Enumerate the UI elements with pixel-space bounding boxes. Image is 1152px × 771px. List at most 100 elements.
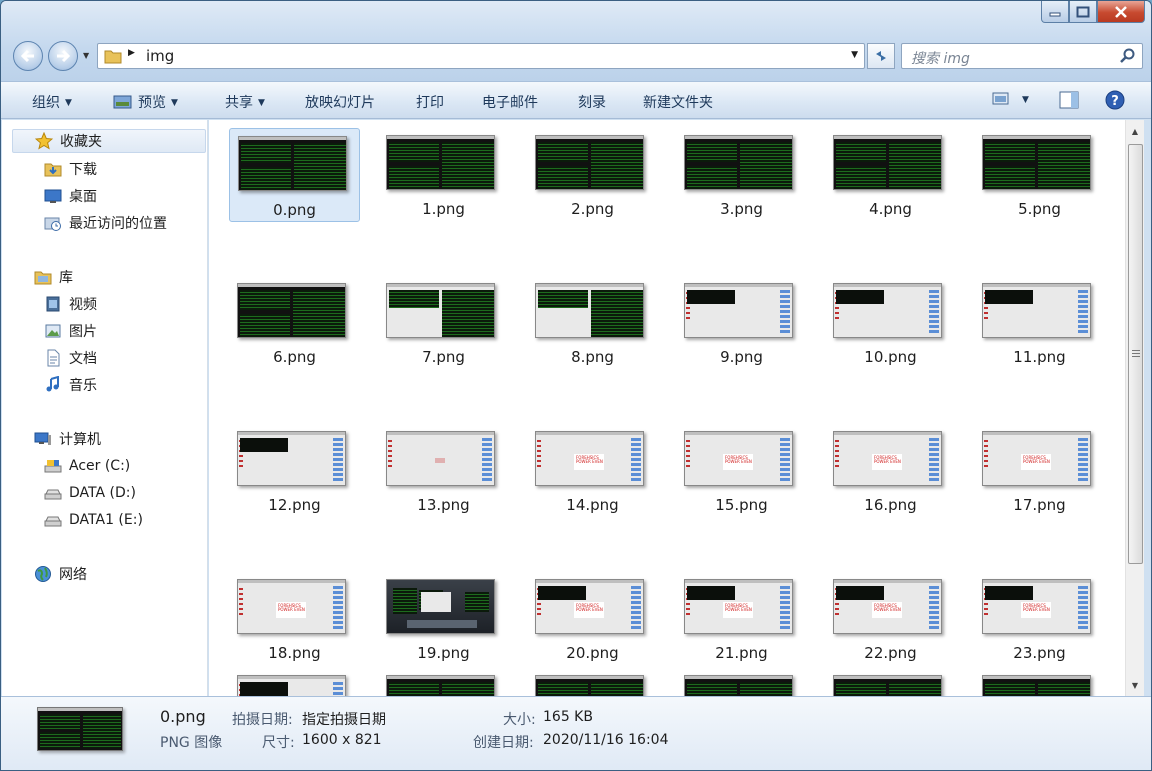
maximize-button[interactable] bbox=[1069, 1, 1097, 23]
sidebar-item-downloads[interactable]: 下载 bbox=[44, 157, 97, 181]
details-filetype: PNG 图像 bbox=[160, 735, 223, 751]
sidebar-item-label: 文档 bbox=[69, 351, 97, 367]
refresh-button[interactable] bbox=[867, 43, 895, 69]
file-name: 8.png bbox=[571, 348, 614, 366]
created-value: 2020/11/16 16:04 bbox=[543, 732, 669, 748]
file-name: 10.png bbox=[864, 348, 917, 366]
file-item[interactable]: 9.png bbox=[676, 276, 807, 370]
breadcrumb-img[interactable]: img bbox=[146, 47, 174, 65]
help-button[interactable]: ? bbox=[1105, 90, 1125, 114]
print-button[interactable]: 打印 bbox=[416, 92, 444, 112]
view-icon bbox=[992, 92, 1009, 105]
file-item[interactable]: 1.png bbox=[378, 128, 509, 222]
grip-icon bbox=[1132, 350, 1140, 351]
email-button[interactable]: 电子邮件 bbox=[482, 92, 538, 112]
close-button[interactable] bbox=[1097, 1, 1145, 23]
file-item[interactable] bbox=[229, 668, 360, 696]
organize-button[interactable]: 组织 ▼ bbox=[32, 92, 72, 112]
file-name: 12.png bbox=[268, 496, 321, 514]
sidebar-item-label: DATA1 (E:) bbox=[69, 512, 143, 528]
file-item[interactable]: FOREHSICS POWER EVEN 22.png bbox=[825, 572, 956, 666]
thumbnail-text: FOREHSICS POWER EVEN bbox=[874, 455, 901, 464]
sidebar-item-favorites[interactable]: 收藏夹 bbox=[12, 129, 206, 153]
vertical-scrollbar[interactable]: ▲ ▼ bbox=[1125, 120, 1144, 696]
file-item[interactable]: 10.png bbox=[825, 276, 956, 370]
file-item[interactable]: FOREHSICS POWER EVEN 21.png bbox=[676, 572, 807, 666]
view-options-button[interactable]: ▼ bbox=[992, 92, 1029, 108]
file-item[interactable] bbox=[825, 668, 956, 696]
address-bar[interactable]: ▶ img ▼ bbox=[97, 43, 865, 69]
search-input[interactable]: 搜索 img bbox=[901, 43, 1143, 69]
sidebar-item-desktop[interactable]: 桌面 bbox=[44, 184, 97, 208]
file-item[interactable]: 0.png bbox=[229, 128, 360, 222]
maximize-icon bbox=[1076, 6, 1090, 17]
file-item[interactable] bbox=[974, 668, 1105, 696]
sidebar-item-documents[interactable]: 文档 bbox=[44, 346, 97, 370]
file-item[interactable]: FOREHSICS POWER EVEN 14.png bbox=[527, 424, 658, 518]
scrollbar-thumb[interactable] bbox=[1128, 144, 1143, 564]
file-thumbnail: FOREHSICS POWER EVEN bbox=[833, 579, 942, 634]
forward-button[interactable] bbox=[48, 41, 78, 71]
file-item[interactable]: 3.png bbox=[676, 128, 807, 222]
file-name: 6.png bbox=[273, 348, 316, 366]
desktop-icon bbox=[44, 189, 62, 203]
sidebar-item-drive-e[interactable]: DATA1 (E:) bbox=[44, 508, 143, 532]
file-item[interactable]: 4.png bbox=[825, 128, 956, 222]
file-item[interactable]: 11.png bbox=[974, 276, 1105, 370]
sidebar-item-libraries[interactable]: 库 bbox=[34, 265, 73, 289]
file-item[interactable]: FOREHSICS POWER EVEN 16.png bbox=[825, 424, 956, 518]
file-item[interactable]: FOREHSICS POWER EVEN 20.png bbox=[527, 572, 658, 666]
slideshow-button[interactable]: 放映幻灯片 bbox=[305, 92, 375, 112]
file-thumbnail bbox=[684, 675, 793, 696]
file-item[interactable]: 2.png bbox=[527, 128, 658, 222]
new-folder-button[interactable]: 新建文件夹 bbox=[643, 92, 713, 112]
file-thumbnail bbox=[982, 675, 1091, 696]
file-item[interactable]: 13.png bbox=[378, 424, 509, 518]
minimize-button[interactable] bbox=[1041, 1, 1069, 23]
preview-button[interactable]: 预览 ▼ bbox=[113, 92, 178, 112]
command-bar: 组织 ▼ 预览 ▼ 共享 ▼ 放映幻灯片 打印 电子邮件 刻录 新建文件夹 ▼ ? bbox=[1, 81, 1151, 119]
file-name: 4.png bbox=[869, 200, 912, 218]
file-item[interactable]: FOREHSICS POWER EVEN 15.png bbox=[676, 424, 807, 518]
sidebar-item-network[interactable]: 网络 bbox=[34, 562, 87, 586]
sidebar-item-drive-c[interactable]: Acer (C:) bbox=[44, 454, 130, 478]
sidebar-item-recent[interactable]: 最近访问的位置 bbox=[44, 211, 167, 235]
refresh-icon bbox=[876, 51, 886, 61]
address-dropdown-icon[interactable]: ▼ bbox=[851, 50, 858, 60]
scroll-up-button[interactable]: ▲ bbox=[1126, 122, 1144, 140]
file-thumbnail: FOREHSICS POWER EVEN bbox=[684, 579, 793, 634]
back-button[interactable] bbox=[13, 41, 43, 71]
burn-button[interactable]: 刻录 bbox=[578, 92, 606, 112]
file-item[interactable]: FOREHSICS POWER EVEN 18.png bbox=[229, 572, 360, 666]
file-thumbnail bbox=[237, 283, 346, 338]
sidebar-item-drive-d[interactable]: DATA (D:) bbox=[44, 481, 136, 505]
sidebar-item-pictures[interactable]: 图片 bbox=[44, 319, 97, 343]
network-globe-icon bbox=[35, 566, 51, 582]
preview-pane-button[interactable] bbox=[1059, 91, 1079, 113]
sidebar-item-music[interactable]: 音乐 bbox=[44, 373, 97, 397]
file-item[interactable]: 5.png bbox=[974, 128, 1105, 222]
file-item[interactable]: FOREHSICS POWER EVEN 23.png bbox=[974, 572, 1105, 666]
file-item[interactable] bbox=[676, 668, 807, 696]
breadcrumb-separator-icon[interactable]: ▶ bbox=[128, 48, 135, 58]
file-item[interactable]: 8.png bbox=[527, 276, 658, 370]
file-item[interactable] bbox=[527, 668, 658, 696]
sidebar-item-computer[interactable]: 计算机 bbox=[34, 427, 101, 451]
details-filename: 0.png bbox=[160, 707, 206, 726]
file-item[interactable]: 12.png bbox=[229, 424, 360, 518]
date-taken-value[interactable]: 指定拍摄日期 bbox=[302, 709, 386, 729]
file-item[interactable]: 7.png bbox=[378, 276, 509, 370]
file-thumbnail bbox=[386, 135, 495, 190]
file-item[interactable]: 19.png bbox=[378, 572, 509, 666]
file-item[interactable] bbox=[378, 668, 509, 696]
recent-pages-dropdown[interactable]: ▼ bbox=[83, 51, 89, 60]
library-icon bbox=[34, 271, 52, 285]
file-item[interactable]: FOREHSICS POWER EVEN 17.png bbox=[974, 424, 1105, 518]
share-button[interactable]: 共享 ▼ bbox=[225, 92, 265, 112]
sidebar-item-videos[interactable]: 视频 bbox=[44, 292, 97, 316]
file-thumbnail bbox=[237, 431, 346, 486]
scroll-down-button[interactable]: ▼ bbox=[1126, 676, 1144, 694]
minimize-icon bbox=[1049, 12, 1061, 16]
file-thumbnail bbox=[833, 675, 942, 696]
file-item[interactable]: 6.png bbox=[229, 276, 360, 370]
